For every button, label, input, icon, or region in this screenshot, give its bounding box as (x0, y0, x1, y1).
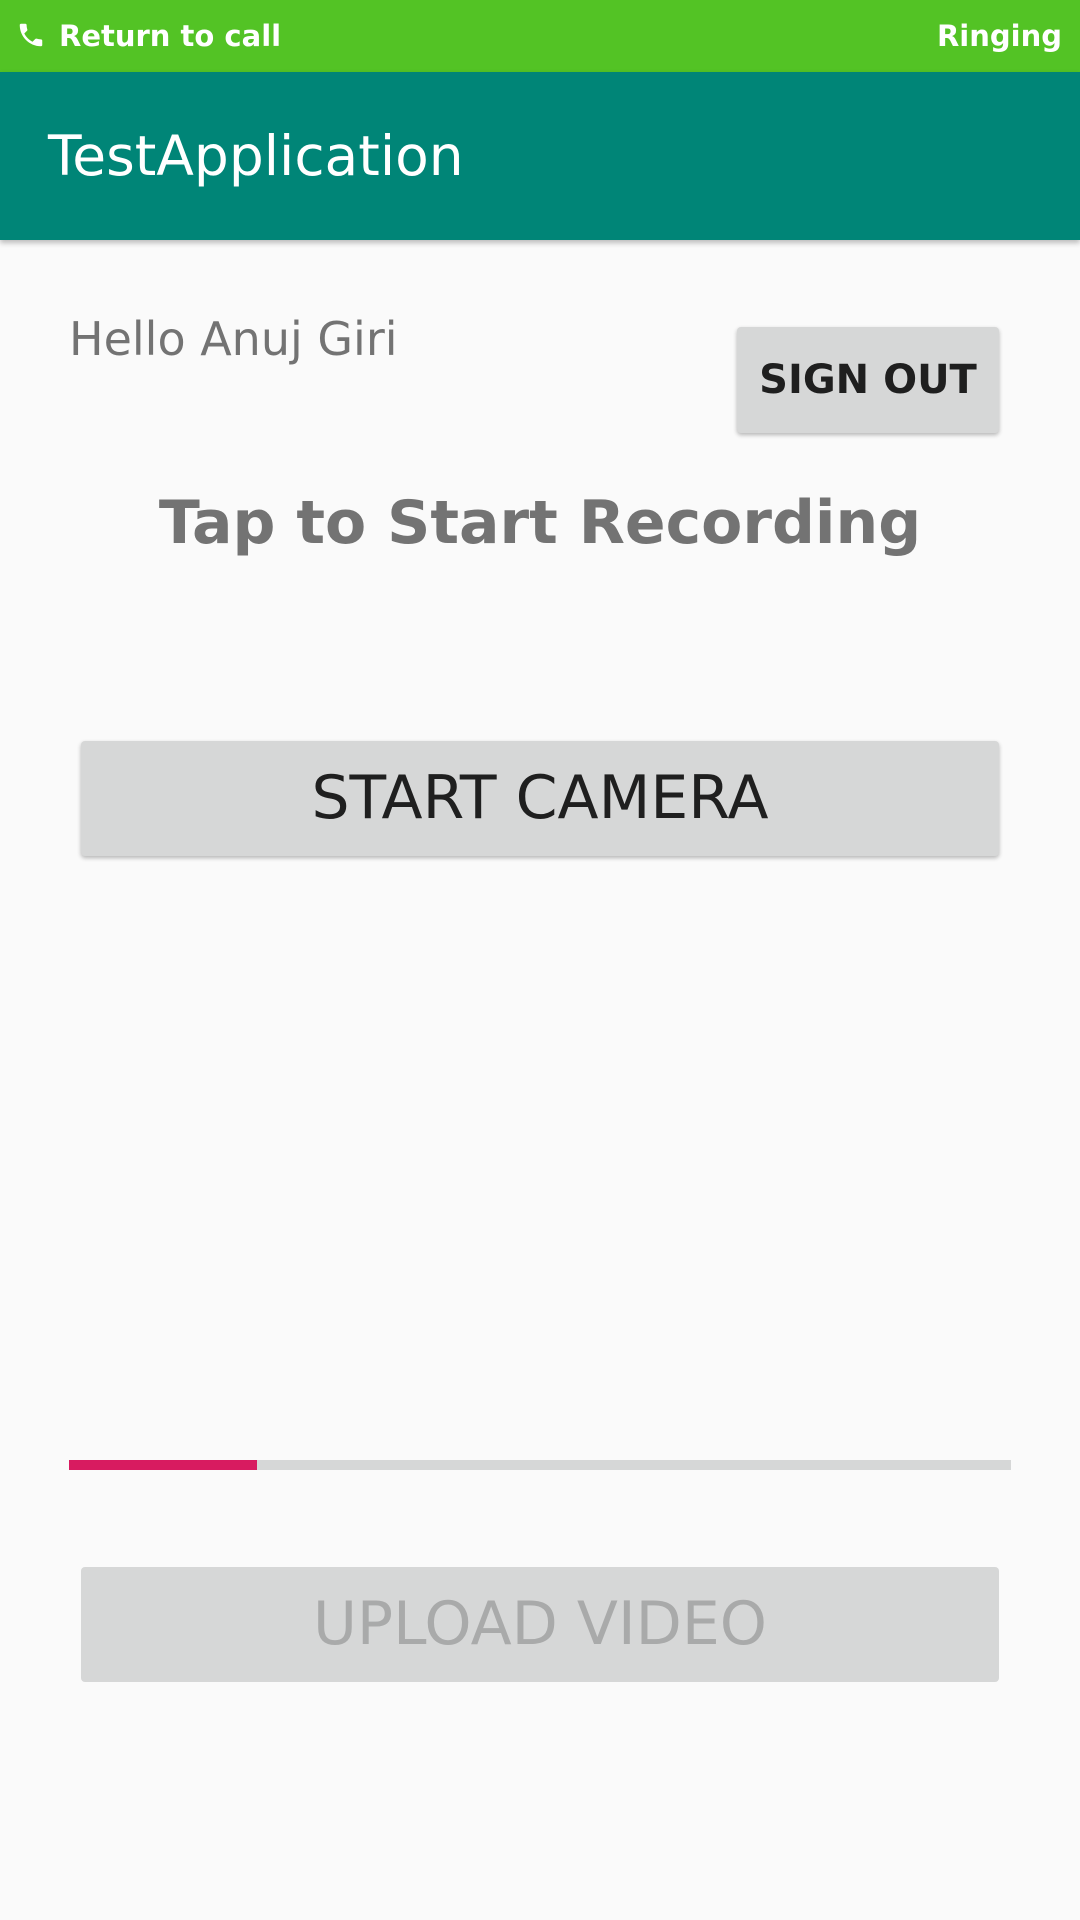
screen: Return to call Ringing TestApplication H… (0, 0, 1080, 1920)
app-title: TestApplication (48, 124, 464, 188)
sign-out-button[interactable]: SIGN OUT (737, 327, 999, 433)
return-to-call-bar[interactable]: Return to call Ringing (0, 0, 1080, 72)
recording-headline: Tap to Start Recording (158, 488, 922, 558)
greeting-text: Hello Anuj Giri (69, 312, 398, 366)
start-camera-button[interactable]: START CAMERA (81, 741, 999, 856)
upload-progress-bar (69, 1460, 1011, 1470)
call-status-label: Ringing (936, 19, 1062, 53)
upload-video-button[interactable]: UPLOAD VIDEO (81, 1567, 999, 1682)
app-bar: TestApplication (0, 72, 1080, 240)
return-to-call-label[interactable]: Return to call (59, 0, 281, 72)
phone-icon (16, 20, 46, 50)
upload-progress-fill (69, 1460, 258, 1470)
